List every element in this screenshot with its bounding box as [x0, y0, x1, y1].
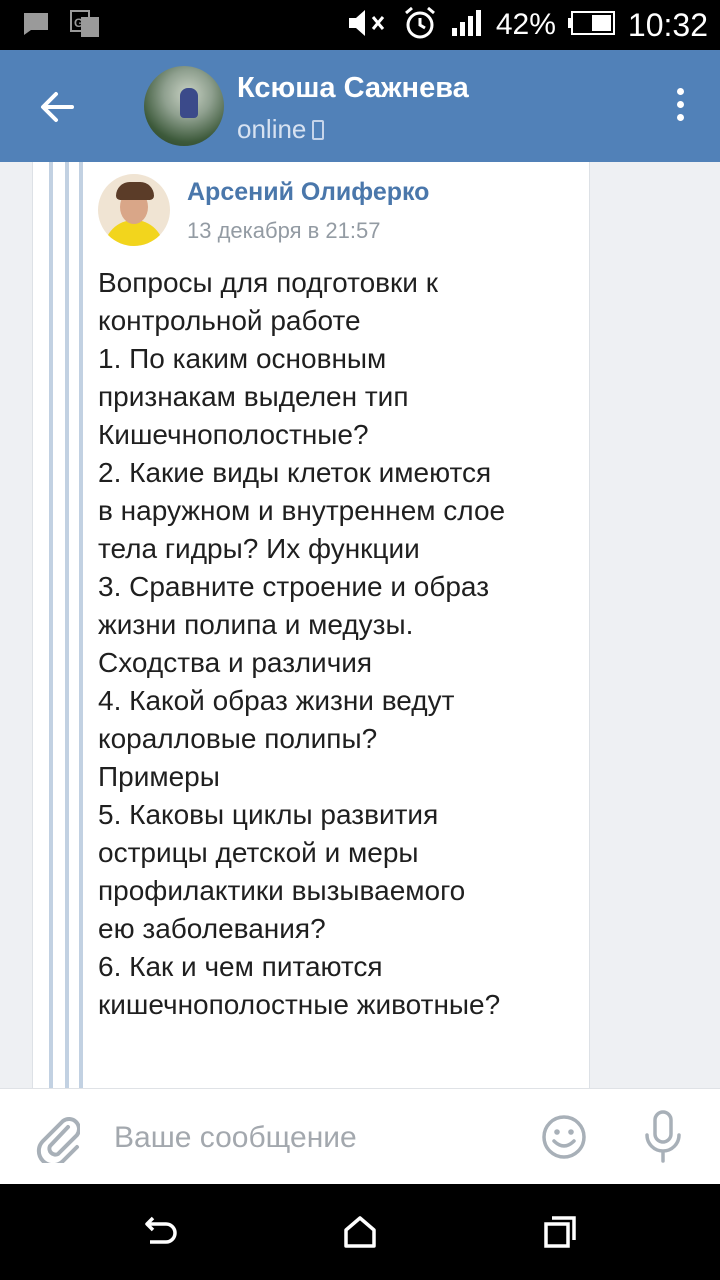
message-line: Вопросы для подготовки к [98, 267, 438, 298]
message-line: профилактики вызываемого [98, 875, 466, 906]
message-line: кишечнополостные животные? [98, 989, 501, 1020]
forwarded-message-date: 13 декабря в 21:57 [187, 218, 381, 243]
message-line: 1. По каким основным [98, 343, 387, 374]
nav-recent-button[interactable] [540, 1212, 580, 1252]
quote-line [49, 162, 53, 1088]
battery-percent: 42% [495, 8, 556, 41]
quote-line [79, 162, 83, 1088]
message-line: Сходства и различия [98, 647, 373, 678]
message-list[interactable]: Арсений Олиферко 13 декабря в 21:57 Вопр… [0, 162, 720, 1088]
back-arrow-icon [41, 92, 74, 122]
attach-button[interactable] [34, 1113, 81, 1168]
screen: G 42% 10:32 Ксюша Сажнева online Арсений… [0, 0, 720, 1280]
nav-back-button[interactable] [140, 1212, 180, 1252]
microphone-icon [645, 1110, 681, 1163]
clock: 10:32 [627, 6, 708, 43]
system-nav-bar [0, 1184, 720, 1280]
message-line: в наружном и внутреннем слое [98, 495, 506, 526]
quote-line [65, 162, 69, 1088]
message-line: Примеры [98, 761, 220, 792]
message-input[interactable] [112, 1111, 516, 1165]
message-line: 4. Какой образ жизни ведут [98, 685, 455, 716]
more-options-button[interactable] [674, 88, 686, 128]
smile-icon [542, 1115, 586, 1159]
avatar-hair [116, 182, 154, 200]
alarm-icon [402, 5, 438, 46]
composer [0, 1088, 720, 1185]
message-line: острицы детской и меры [98, 837, 419, 868]
avatar-figure [180, 88, 198, 118]
mute-icon [346, 6, 390, 45]
emoji-button[interactable] [540, 1113, 588, 1161]
signal-icon [450, 8, 484, 43]
battery-icon [567, 10, 616, 41]
message-line: тела гидры? Их функции [98, 533, 420, 564]
contact-avatar[interactable] [144, 66, 224, 146]
message-line: 3. Сравните строение и образ [98, 571, 490, 602]
message-line: ею заболевания? [98, 913, 326, 944]
contact-status: online [237, 114, 325, 145]
paperclip-icon [36, 1117, 81, 1168]
message-line: 2. Какие виды клеток имеются [98, 457, 492, 488]
translate-icon: G [70, 10, 100, 43]
svg-text:G: G [74, 16, 83, 30]
status-text: online [237, 114, 307, 144]
message-icon [22, 11, 50, 42]
message-line: признакам выделен тип [98, 381, 409, 412]
nav-home-button[interactable] [340, 1212, 380, 1252]
message-line: 6. Как и чем питаются [98, 951, 383, 982]
message-line: контрольной работе [98, 305, 361, 336]
message-line: Кишечнополостные? [98, 419, 369, 450]
forwarded-author-avatar[interactable] [98, 174, 170, 246]
more-vert-icon [674, 88, 686, 121]
back-button[interactable] [34, 84, 80, 130]
mobile-icon [312, 119, 325, 140]
message-line: жизни полипа и медузы. [98, 609, 414, 640]
contact-name[interactable]: Ксюша Сажнева [237, 72, 469, 105]
nav-back-icon [145, 1216, 177, 1244]
nav-home-icon [344, 1216, 376, 1248]
forwarded-author-name[interactable]: Арсений Олиферко [187, 178, 429, 207]
chat-header: Ксюша Сажнева online [0, 50, 720, 162]
nav-recent-icon [544, 1216, 576, 1248]
message-line: коралловые полипы? [98, 723, 378, 754]
voice-message-button[interactable] [640, 1109, 686, 1165]
message-text: Вопросы для подготовки к контрольной раб… [98, 264, 578, 1024]
status-bar: G 42% 10:32 [0, 0, 720, 50]
message-line: 5. Каковы циклы развития [98, 799, 439, 830]
